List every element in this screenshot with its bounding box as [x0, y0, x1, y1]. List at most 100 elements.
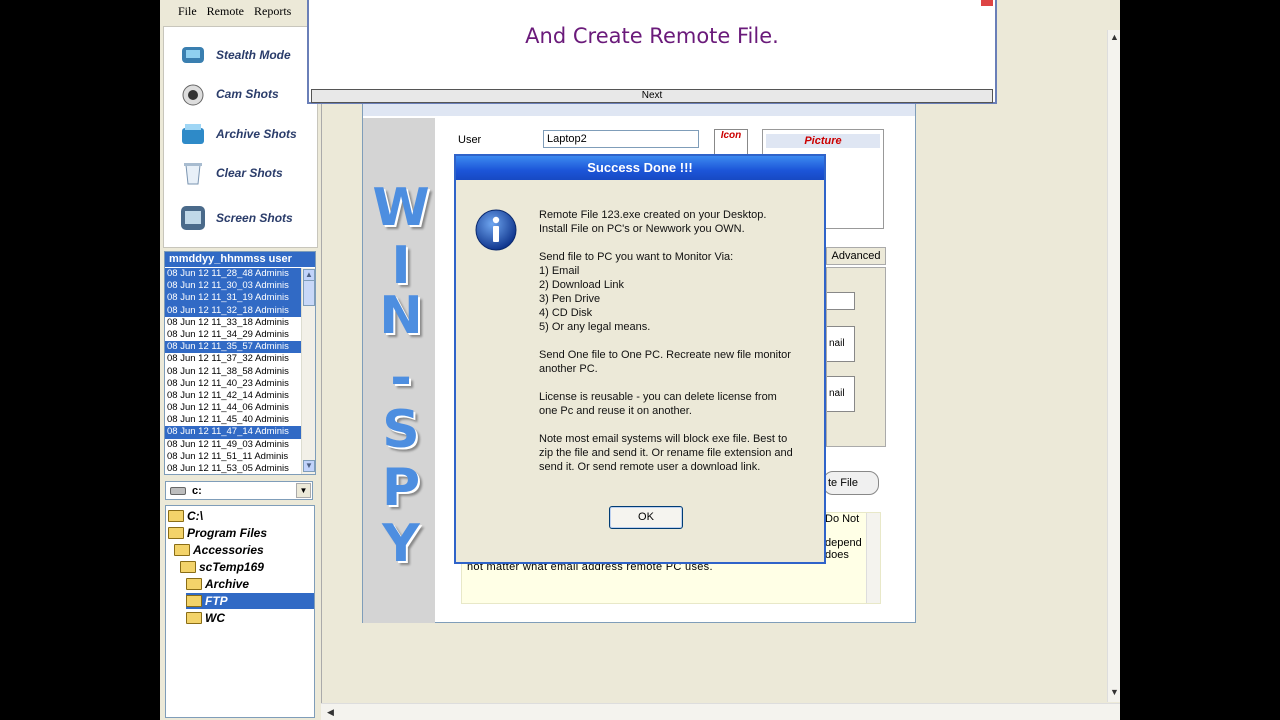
- nav-label: Stealth Mode: [216, 48, 291, 62]
- dialog-paragraph: Remote File 123.exe created on your Desk…: [539, 209, 767, 235]
- app-window: File Remote Reports Stealth Mode Cam Sho…: [160, 0, 1120, 720]
- advanced-field[interactable]: [827, 292, 855, 310]
- folder-label: Program Files: [187, 526, 268, 540]
- note-scrollbar[interactable]: [866, 513, 880, 603]
- tab-advanced[interactable]: Advanced: [826, 247, 886, 265]
- brand-letter: N: [379, 286, 423, 346]
- list-item[interactable]: 08 Jun 12 11_34_29 Adminis: [165, 329, 301, 341]
- create-file-button[interactable]: te File: [823, 471, 879, 495]
- dialog-paragraph: License is reusable - you can delete lic…: [539, 391, 777, 417]
- list-item[interactable]: 08 Jun 12 11_30_03 Adminis: [165, 280, 301, 293]
- brand-letter: Y: [382, 514, 420, 574]
- list-item[interactable]: 08 Jun 12 11_28_48 Adminis: [165, 268, 301, 281]
- menu-reports[interactable]: Reports: [254, 4, 291, 19]
- scroll-down-icon[interactable]: ▼: [303, 460, 315, 472]
- drive-select[interactable]: c: ▼: [165, 481, 313, 500]
- wizard-window: And Create Remote File. Next: [307, 0, 997, 104]
- folder-item[interactable]: WC: [186, 610, 225, 626]
- dialog-title: Success Done !!!: [456, 156, 824, 180]
- list-item[interactable]: 08 Jun 12 11_32_18 Adminis: [165, 304, 301, 317]
- list-item[interactable]: 08 Jun 12 11_35_57 Adminis: [165, 341, 301, 354]
- folder-icon: [180, 561, 196, 573]
- picture-label: Picture: [766, 134, 880, 148]
- left-nav: Stealth Mode Cam Shots Archive Shots Cle…: [163, 26, 318, 248]
- form-toolbar: [363, 104, 915, 116]
- close-icon[interactable]: [981, 0, 993, 6]
- nav-screen-shots[interactable]: Screen Shots: [178, 204, 293, 232]
- folder-label: scTemp169: [199, 560, 264, 574]
- dialog-message: Remote File 123.exe created on your Desk…: [539, 208, 819, 488]
- folder-label: FTP: [205, 594, 228, 608]
- wizard-heading: And Create Remote File.: [525, 24, 779, 48]
- chevron-down-icon[interactable]: ▼: [296, 483, 311, 498]
- nav-cam-shots[interactable]: Cam Shots: [178, 80, 279, 108]
- list-scrollbar[interactable]: ▲ ▼: [301, 268, 315, 474]
- dialog-paragraph: Send One file to One PC. Recreate new fi…: [539, 349, 791, 375]
- scroll-down-icon[interactable]: ▼: [1110, 687, 1119, 697]
- dialog-paragraph: Note most email systems will block exe f…: [539, 433, 793, 473]
- folder-item[interactable]: Accessories: [174, 542, 264, 558]
- list-item[interactable]: 08 Jun 12 11_49_03 Adminis: [165, 439, 301, 451]
- folder-item[interactable]: Program Files: [168, 525, 267, 541]
- screen-icon: [178, 204, 208, 232]
- list-item[interactable]: 08 Jun 12 11_42_14 Adminis: [165, 390, 301, 402]
- advanced-panel: nail nail: [826, 267, 886, 447]
- icon-button-label: Icon: [720, 130, 742, 141]
- nav-clear-shots[interactable]: Clear Shots: [178, 159, 283, 187]
- note-text-1: Do Not: [825, 513, 860, 525]
- list-item[interactable]: 08 Jun 12 11_37_32 Adminis: [165, 353, 301, 365]
- list-item[interactable]: 08 Jun 12 11_45_40 Adminis: [165, 414, 301, 426]
- shots-list[interactable]: mmddyy_hhmmss user 08 Jun 12 11_28_48 Ad…: [164, 251, 316, 475]
- success-dialog: Success Done !!! Remote File 123.exe cre…: [454, 154, 826, 564]
- folder-item[interactable]: scTemp169: [180, 559, 264, 575]
- folder-label: WC: [205, 611, 225, 625]
- user-input[interactable]: Laptop2: [543, 130, 699, 148]
- folder-label: Accessories: [193, 543, 264, 557]
- drive-icon: [170, 486, 186, 495]
- brand-letter: S: [382, 400, 420, 460]
- email-button-1[interactable]: nail: [827, 326, 855, 362]
- drive-value: c:: [192, 484, 202, 497]
- brand-letter: -: [390, 348, 412, 408]
- scroll-up-icon[interactable]: ▲: [1110, 32, 1119, 42]
- list-item[interactable]: 08 Jun 12 11_44_06 Adminis: [165, 402, 301, 414]
- scroll-thumb[interactable]: [303, 280, 315, 306]
- main-vertical-scrollbar[interactable]: ▲ ▼: [1107, 30, 1120, 702]
- list-item[interactable]: 08 Jun 12 11_53_05 Adminis: [165, 463, 301, 474]
- list-item[interactable]: 08 Jun 12 11_47_14 Adminis: [165, 426, 301, 439]
- main-horizontal-scrollbar[interactable]: ◀: [321, 703, 1120, 720]
- list-item[interactable]: 08 Jun 12 11_38_58 Adminis: [165, 366, 301, 378]
- menu-remote[interactable]: Remote: [207, 4, 244, 19]
- list-item[interactable]: 08 Jun 12 11_31_19 Adminis: [165, 292, 301, 305]
- list-item[interactable]: 08 Jun 12 11_40_23 Adminis: [165, 378, 301, 390]
- menu-file[interactable]: File: [178, 4, 197, 19]
- nav-stealth-mode[interactable]: Stealth Mode: [178, 41, 291, 69]
- nav-label: Clear Shots: [216, 166, 283, 180]
- nav-archive-shots[interactable]: Archive Shots: [178, 120, 297, 148]
- list-item[interactable]: 08 Jun 12 11_51_11 Adminis: [165, 451, 301, 463]
- email-button-2[interactable]: nail: [827, 376, 855, 412]
- brand-banner: WIN-SPY: [363, 118, 435, 623]
- nav-label: Archive Shots: [216, 127, 297, 141]
- camera-icon: [178, 80, 208, 108]
- ok-button[interactable]: OK: [609, 506, 683, 529]
- folder-item[interactable]: FTP: [186, 593, 314, 609]
- nav-label: Screen Shots: [216, 211, 293, 225]
- brand-letter: W: [372, 178, 430, 238]
- scroll-left-icon[interactable]: ◀: [327, 707, 334, 718]
- archive-icon: [178, 120, 208, 148]
- folder-item[interactable]: Archive: [186, 576, 249, 592]
- user-label: User: [458, 134, 482, 146]
- nav-label: Cam Shots: [216, 87, 279, 101]
- folder-icon: [186, 595, 202, 607]
- menu-bar: File Remote Reports: [160, 0, 310, 22]
- folder-label: Archive: [205, 577, 250, 591]
- next-button[interactable]: Next: [311, 89, 993, 103]
- folder-tree[interactable]: C:\ Program Files Accessories scTemp169 Arch…: [165, 505, 315, 718]
- trash-icon: [178, 159, 208, 187]
- folder-item[interactable]: C:\: [168, 508, 203, 524]
- info-icon: [475, 209, 517, 251]
- dialog-paragraph: Send file to PC you want to Monitor Via:…: [539, 251, 734, 333]
- list-rows: 08 Jun 12 11_28_48 Adminis 08 Jun 12 11_3…: [165, 268, 301, 474]
- list-item[interactable]: 08 Jun 12 11_33_18 Adminis: [165, 317, 301, 329]
